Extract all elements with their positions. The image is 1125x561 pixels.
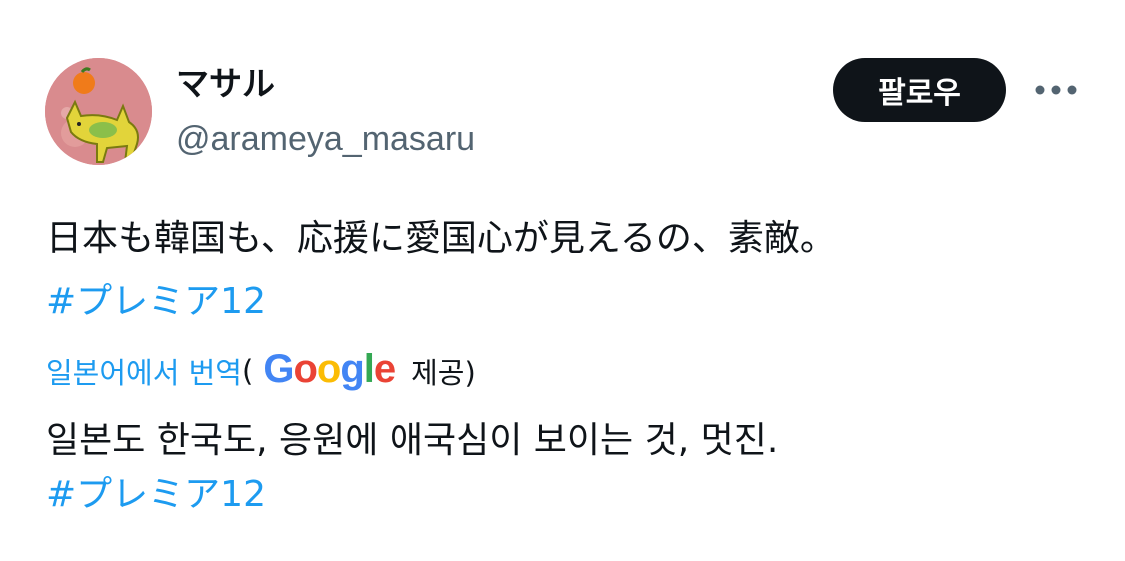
google-logo-e: e	[373, 346, 396, 391]
hashtag-link[interactable]: #プレミア12	[46, 277, 266, 327]
google-logo-g2: g	[340, 346, 364, 391]
google-logo-o2: o	[316, 346, 341, 391]
translated-from-link[interactable]: 일본어에서 번역	[46, 350, 242, 392]
translated-hashtag-link[interactable]: #プレミア12	[46, 470, 266, 520]
translated-tweet-text: 일본도 한국도, 응원에 애국심이 보이는 것, 멋진.	[46, 420, 779, 461]
paren-open: (	[241, 354, 254, 388]
google-logo-l: l	[363, 346, 375, 391]
avatar[interactable]	[45, 58, 152, 165]
provided-by-label: 제공)	[411, 356, 476, 390]
author-display-name[interactable]: マサル	[176, 64, 275, 104]
google-logo-o1: o	[293, 346, 317, 391]
follow-button[interactable]: 팔로우	[833, 58, 1006, 122]
google-logo-g1: G	[263, 346, 294, 391]
more-horizontal-icon	[1035, 85, 1077, 95]
google-logo: Google	[263, 346, 396, 392]
author-handle[interactable]: @arameya_masaru	[176, 118, 475, 160]
tweet-text: 日本も韓国も、応援に愛国心が見えるの、素敵。	[46, 218, 836, 259]
translation-attribution: 일본어에서 번역 ( Google 제공)	[46, 346, 476, 394]
avatar-image	[45, 58, 152, 165]
tweet-header: マサル @arameya_masaru 팔로우	[0, 0, 1125, 190]
more-options-button[interactable]	[1030, 72, 1082, 108]
